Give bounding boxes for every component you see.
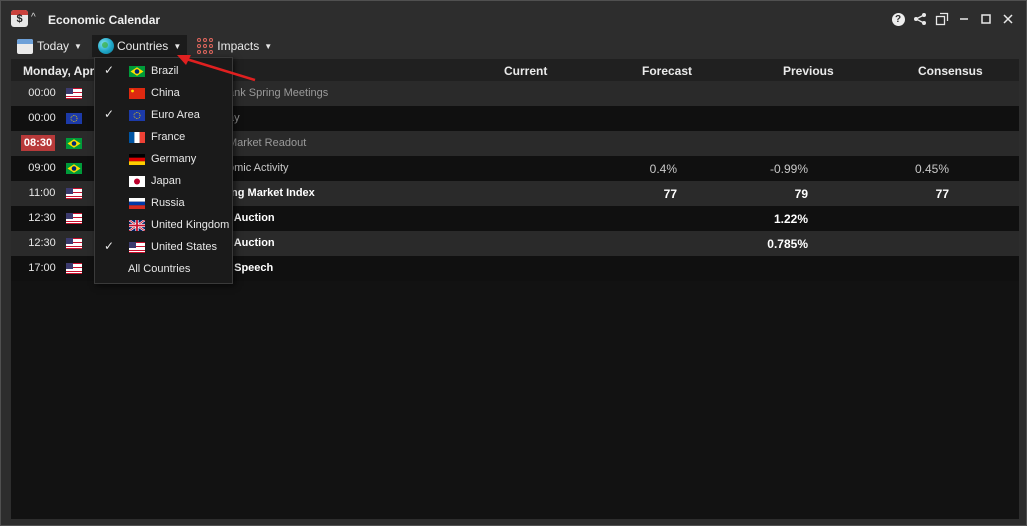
france-flag-icon [129,132,145,143]
consensus-value: 0.45% [914,162,949,176]
event-time: 11:00 [28,187,56,199]
menu-item-russia[interactable]: Russia [95,192,232,214]
us-flag-icon [66,238,82,249]
menu-item-label: All Countries [128,263,191,275]
menu-item-label: Germany [151,153,197,165]
menu-item-label: Japan [151,175,181,187]
event-time: 00:00 [28,112,56,124]
menu-item-all-countries[interactable]: All Countries [95,258,232,280]
uk-flag-icon [129,220,145,231]
consensus-value: 77 [935,187,949,201]
calendar-dollar-icon: $ [11,10,28,27]
today-button[interactable]: Today ▼ [11,35,88,57]
brazil-flag-icon [66,163,82,174]
eu-flag-icon [66,113,82,124]
menu-item-united-kingdom[interactable]: United Kingdom [95,214,232,236]
brazil-flag-icon [129,66,145,77]
popout-icon[interactable] [934,11,950,27]
countries-dropdown-menu: ✓ Brazil China ✓ Euro Area France Germany Japan… [94,57,233,284]
menu-item-label: Euro Area [151,109,200,121]
event-time: 12:30 [28,237,56,249]
minimize-icon[interactable] [956,11,972,27]
event-time: 17:00 [28,262,56,274]
russia-flag-icon [129,198,145,209]
menu-item-germany[interactable]: Germany [95,148,232,170]
menu-item-france[interactable]: France [95,126,232,148]
japan-flag-icon [129,176,145,187]
event-name: l Auction [228,237,275,249]
checkmark-icon: ✓ [104,63,115,77]
calendar-icon [17,38,33,54]
forecast-value: 0.4% [649,162,677,176]
menu-item-label: United Kingdom [151,219,230,231]
chevron-down-icon: ▼ [74,41,82,51]
previous-value: -0.99% [769,162,808,176]
menu-item-label: United States [151,241,218,253]
close-icon[interactable] [1000,11,1016,27]
menu-item-japan[interactable]: Japan [95,170,232,192]
menu-item-label: China [151,87,180,99]
us-flag-icon [66,88,82,99]
brazil-flag-icon [66,138,82,149]
event-name: ing Market Index [228,187,315,199]
event-time: 00:00 [28,87,56,99]
collapse-caret-icon[interactable]: ^ [31,12,36,23]
event-time: 09:00 [28,162,56,174]
event-name: l Auction [228,212,275,224]
us-flag-icon [129,242,145,253]
window-title: Economic Calendar [48,13,161,27]
us-flag-icon [66,213,82,224]
event-name: Market Readout [228,137,307,149]
maximize-icon[interactable] [978,11,994,27]
menu-item-label: France [151,131,186,143]
today-label: Today [37,39,70,53]
date-header[interactable]: Monday, Apr [23,64,94,78]
menu-item-label: Russia [151,197,185,209]
previous-value: 79 [794,187,808,201]
chevron-down-icon: ▼ [264,41,273,51]
economic-calendar-window: $ ^ Economic Calendar ? Today ▼ Countrie… [0,0,1027,526]
event-name: ank Spring Meetings [228,87,329,99]
event-time: 12:30 [28,212,56,224]
countries-label: Countries [116,39,169,53]
checkmark-icon: ✓ [104,239,115,253]
help-icon[interactable]: ? [890,11,906,27]
previous-header[interactable]: Previous [783,64,834,78]
menu-item-united-states[interactable]: ✓ United States [95,236,232,258]
forecast-value: 77 [663,187,677,201]
event-name: omic Activity [228,162,289,174]
red-annotation-arrow [177,55,256,82]
share-icon[interactable] [912,11,928,27]
china-flag-icon [129,88,145,99]
event-time: 08:30 [21,135,55,151]
title-bar: $ ^ Economic Calendar ? [1,1,1026,35]
germany-flag-icon [129,154,145,165]
us-flag-icon [66,263,82,274]
menu-item-euro-area[interactable]: ✓ Euro Area [95,104,232,126]
current-header[interactable]: Current [504,64,547,78]
consensus-header[interactable]: Consensus [918,64,983,78]
checkmark-icon: ✓ [104,107,115,121]
globe-icon [97,38,114,54]
forecast-header[interactable]: Forecast [642,64,692,78]
menu-item-china[interactable]: China [95,82,232,104]
previous-value: 1.22% [773,212,808,226]
us-flag-icon [66,188,82,199]
previous-value: 0.785% [767,237,808,251]
eu-flag-icon [129,110,145,121]
event-name: l Speech [228,262,274,274]
